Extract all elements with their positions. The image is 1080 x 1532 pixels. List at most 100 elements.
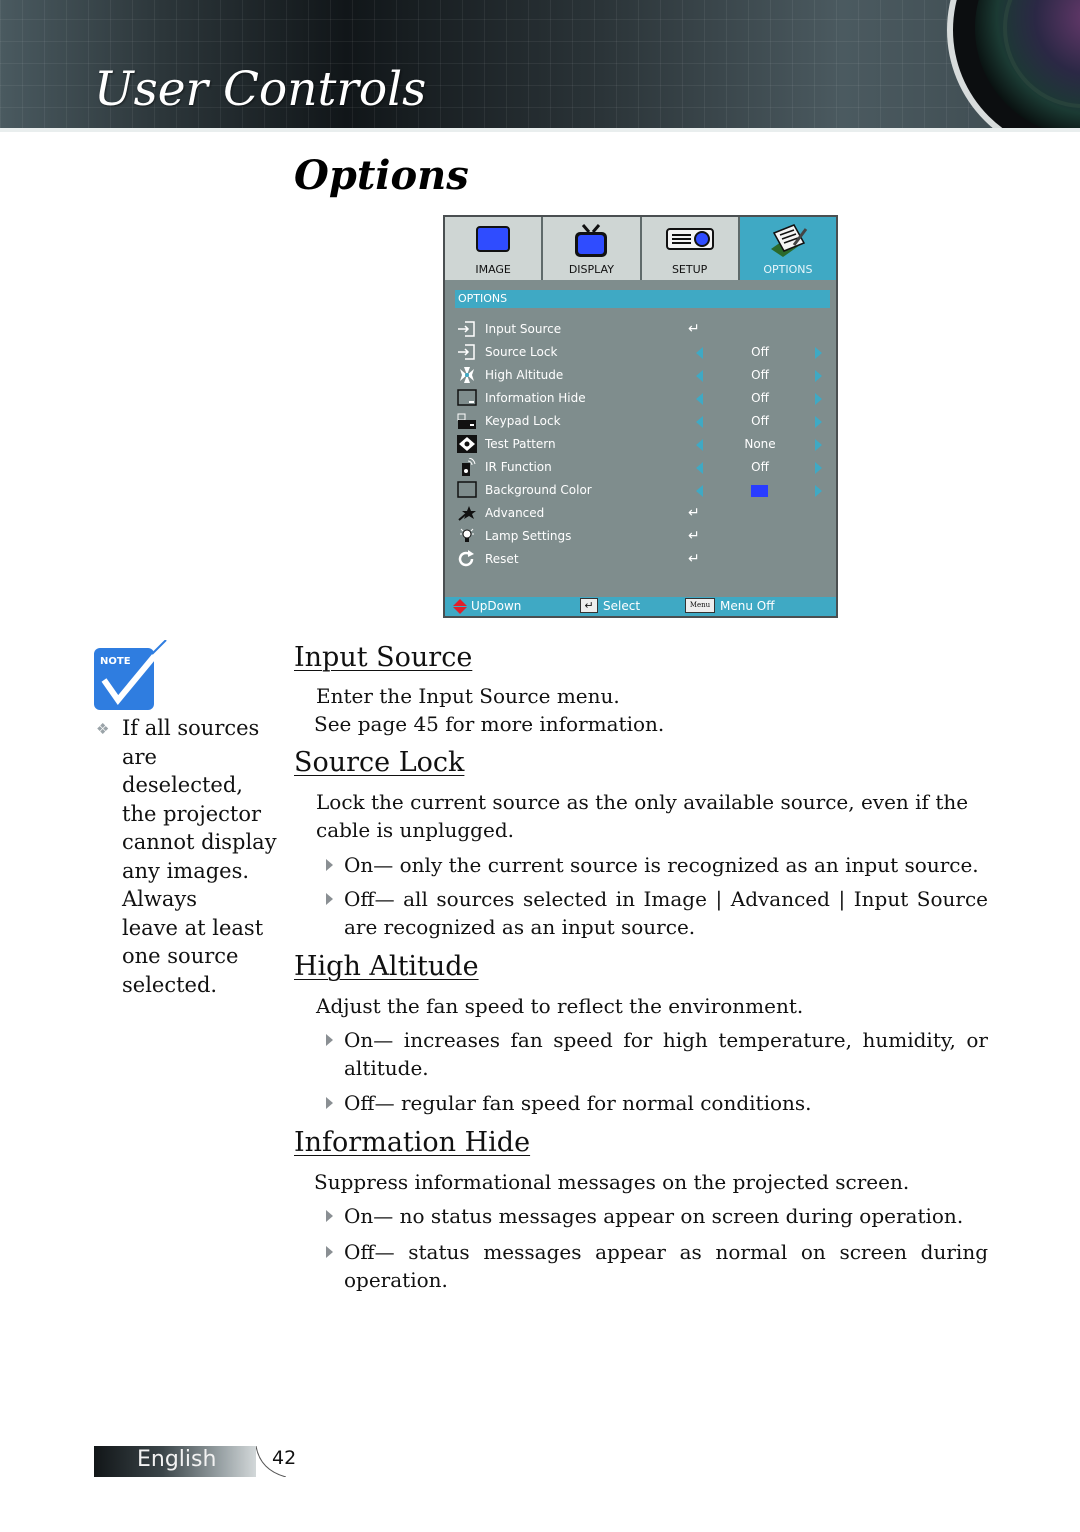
- lamp-icon: [460, 528, 474, 542]
- bullet-text: On— no status messages appear on screen …: [344, 1204, 964, 1228]
- osd-item-label: High Altitude: [485, 368, 564, 382]
- note-line: any images.: [122, 858, 250, 883]
- note-line: are deselected,: [122, 744, 243, 798]
- source-lock-on-bullet: On— only the current source is recognize…: [326, 851, 988, 879]
- right-arrow-icon[interactable]: [815, 347, 822, 359]
- input-source-line-2: See page 45 for more information.: [314, 712, 665, 736]
- high-altitude-description: Adjust the fan speed to reflect the envi…: [316, 994, 804, 1018]
- osd-item-background-color[interactable]: Background Color: [445, 479, 836, 502]
- tab-setup-label: SETUP: [671, 263, 708, 276]
- left-arrow-icon[interactable]: [696, 393, 703, 405]
- right-arrow-icon[interactable]: [815, 485, 822, 497]
- note-line: Always: [122, 887, 198, 911]
- right-arrow-icon[interactable]: [815, 370, 822, 382]
- information-hide-heading: Information Hide: [294, 1127, 531, 1158]
- osd-item-value: Off: [751, 460, 769, 474]
- note-line: selected.: [122, 972, 218, 997]
- osd-item-advanced[interactable]: Advanced ↵: [445, 502, 836, 525]
- tab-image[interactable]: IMAGE: [445, 217, 544, 280]
- footer-updown-label: UpDown: [471, 599, 522, 613]
- tab-options[interactable]: OPTIONS: [739, 217, 836, 280]
- note-check-icon: NOTE: [94, 640, 168, 710]
- enter-icon: ↵: [688, 321, 700, 337]
- source-lock-off-bullet: Off— all sources selected in Image | Adv…: [326, 885, 988, 941]
- osd-item-high-altitude[interactable]: High Altitude Off: [445, 364, 836, 387]
- osd-item-label: Lamp Settings: [485, 529, 572, 543]
- tab-image-label: IMAGE: [475, 263, 511, 276]
- select-key-icon: ↵: [580, 598, 598, 613]
- info-hide-icon: [457, 389, 477, 406]
- right-arrow-icon[interactable]: [815, 416, 822, 428]
- page-number: 42: [272, 1447, 297, 1469]
- source-lock-description: Lock the current source as the only avai…: [316, 790, 969, 842]
- osd-item-value: Off: [751, 391, 769, 405]
- left-arrow-icon[interactable]: [696, 485, 703, 497]
- advanced-icon: [458, 506, 476, 521]
- left-arrow-icon[interactable]: [696, 416, 703, 428]
- footer-menu-off-label: Menu Off: [720, 599, 775, 613]
- high-altitude-off-bullet: Off— regular fan speed for normal condit…: [326, 1089, 988, 1117]
- keypad-lock-icon: [457, 413, 476, 429]
- fan-icon: [460, 367, 474, 383]
- language-label: English: [137, 1447, 217, 1472]
- osd-item-input-source[interactable]: Input Source ↵: [445, 318, 836, 341]
- osd-item-label: Input Source: [485, 322, 562, 336]
- display-tv-icon: [575, 224, 608, 257]
- osd-item-test-pattern[interactable]: Test Pattern None: [445, 433, 836, 456]
- header-banner: User Controls: [0, 0, 1080, 130]
- right-arrow-icon[interactable]: [815, 462, 822, 474]
- information-hide-off-bullet: Off— status messages appear as normal on…: [326, 1238, 988, 1294]
- footer-select-label: Select: [603, 599, 641, 613]
- osd-item-value: Off: [751, 345, 769, 359]
- high-altitude-heading: High Altitude: [294, 951, 479, 982]
- page-title: Options: [294, 152, 469, 199]
- osd-subheader: OPTIONS: [455, 290, 830, 308]
- svg-text:NOTE: NOTE: [100, 656, 131, 667]
- remote-icon: [462, 458, 476, 476]
- osd-item-label: IR Function: [485, 460, 552, 474]
- osd-item-ir-function[interactable]: IR Function Off: [445, 456, 836, 479]
- osd-item-value: None: [744, 437, 776, 451]
- left-arrow-icon[interactable]: [696, 439, 703, 451]
- left-arrow-icon[interactable]: [696, 462, 703, 474]
- enter-icon: ↵: [688, 505, 700, 521]
- bullet-text: On— increases fan speed for high tempera…: [344, 1028, 988, 1080]
- left-arrow-icon[interactable]: [696, 347, 703, 359]
- tab-setup[interactable]: SETUP: [641, 217, 740, 280]
- information-hide-description: Suppress informational messages on the p…: [314, 1170, 910, 1194]
- osd-item-value: Off: [751, 414, 769, 428]
- diamond-bullet-icon: ❖: [96, 720, 110, 738]
- osd-item-keypad-lock[interactable]: Keypad Lock Off: [445, 410, 836, 433]
- high-altitude-on-bullet: On— increases fan speed for high tempera…: [326, 1026, 988, 1082]
- menu-key-icon: Menu: [685, 598, 715, 613]
- left-arrow-icon[interactable]: [696, 370, 703, 382]
- banner-title: User Controls: [94, 62, 427, 117]
- enter-icon: ↵: [688, 528, 700, 544]
- input-source-heading: Input Source: [294, 642, 473, 673]
- triangle-bullet-icon: [326, 1210, 333, 1222]
- background-color-icon: [457, 481, 477, 498]
- note-line: If all sources: [122, 716, 260, 740]
- tab-display[interactable]: DISPLAY: [543, 217, 642, 280]
- note-text: If all sources are deselected, the proje…: [122, 714, 282, 999]
- test-pattern-icon: [457, 435, 477, 453]
- triangle-bullet-icon: [326, 1246, 333, 1258]
- triangle-bullet-icon: [326, 1034, 333, 1046]
- osd-item-label: Information Hide: [485, 391, 586, 405]
- osd-item-label: Source Lock: [485, 345, 558, 359]
- right-arrow-icon[interactable]: [815, 439, 822, 451]
- bullet-text: On— only the current source is recognize…: [344, 853, 979, 877]
- updown-arrow-icon: [453, 599, 467, 614]
- bullet-text: Off— all sources selected in Image | Adv…: [344, 887, 988, 939]
- bullet-text: Off— regular fan speed for normal condit…: [344, 1091, 812, 1115]
- background-color-swatch: [751, 485, 768, 497]
- right-arrow-icon[interactable]: [815, 393, 822, 405]
- osd-item-lamp-settings[interactable]: Lamp Settings ↵: [445, 525, 836, 548]
- osd-tab-bar: IMAGE DISPLAY SETUP OPTIONS: [445, 217, 836, 280]
- osd-item-source-lock[interactable]: Source Lock Off: [445, 341, 836, 364]
- osd-item-information-hide[interactable]: Information Hide Off: [445, 387, 836, 410]
- osd-item-reset[interactable]: Reset ↵: [445, 548, 836, 571]
- note-line: the projector: [122, 801, 262, 826]
- osd-item-label: Reset: [485, 552, 519, 566]
- note-line: cannot display: [122, 830, 277, 854]
